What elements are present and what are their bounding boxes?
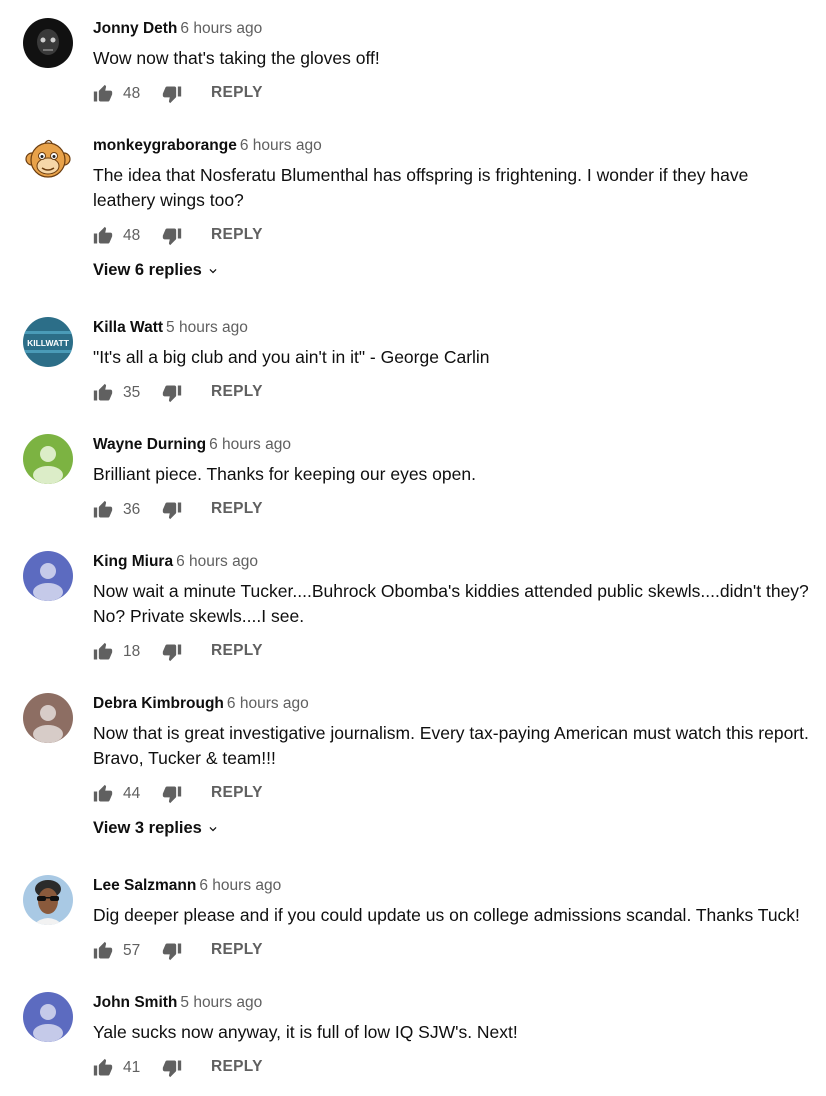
thumbs-down-icon[interactable] (162, 1058, 182, 1078)
avatar-logo-text: KILLWATT (27, 338, 70, 348)
reply-button[interactable]: REPLY (211, 226, 263, 244)
view-replies-label: View 3 replies (93, 819, 202, 837)
timestamp[interactable]: 5 hours ago (180, 994, 262, 1011)
thumbs-down-icon[interactable] (162, 383, 182, 403)
view-replies-button[interactable]: View 3 replies (93, 819, 220, 838)
thumbs-up-icon[interactable] (93, 383, 113, 403)
avatar[interactable] (23, 875, 73, 925)
reply-button[interactable]: REPLY (211, 642, 263, 660)
thumbs-down-icon[interactable] (162, 941, 182, 961)
comment-header: monkeygraborange 6 hours ago (93, 137, 322, 157)
thumbs-down-icon[interactable] (162, 84, 182, 104)
thumbs-up-icon[interactable] (93, 84, 113, 104)
author-name[interactable]: Wayne Durning (93, 436, 206, 453)
reply-button[interactable]: REPLY (211, 84, 263, 102)
like-count: 18 (123, 643, 141, 660)
reply-button[interactable]: REPLY (211, 1058, 263, 1076)
thumbs-up-icon[interactable] (93, 784, 113, 804)
author-name[interactable]: Debra Kimbrough (93, 695, 224, 712)
like-count: 48 (123, 85, 141, 102)
comment-text: Dig deeper please and if you could updat… (93, 905, 800, 925)
comment-text: Wow now that's taking the gloves off! (93, 48, 380, 68)
thumbs-up-icon[interactable] (93, 642, 113, 662)
timestamp[interactable]: 6 hours ago (176, 553, 258, 570)
like-count: 44 (123, 785, 141, 802)
comment-text: Yale sucks now anyway, it is full of low… (93, 1022, 518, 1042)
like-count: 35 (123, 384, 141, 401)
view-replies-label: View 6 replies (93, 261, 202, 279)
comment-text: Now wait a minute Tucker....Buhrock Obom… (93, 581, 809, 626)
like-count: 41 (123, 1059, 141, 1076)
thumbs-up-icon[interactable] (93, 1058, 113, 1078)
comment-text: The idea that Nosferatu Blumenthal has o… (93, 165, 749, 210)
author-name[interactable]: John Smith (93, 994, 177, 1011)
chevron-down-icon (209, 268, 217, 273)
comment-header: John Smith 5 hours ago (93, 994, 262, 1014)
thumbs-up-icon[interactable] (93, 500, 113, 520)
author-name[interactable]: Killa Watt (93, 319, 163, 336)
timestamp[interactable]: 5 hours ago (166, 319, 248, 336)
timestamp[interactable]: 6 hours ago (199, 877, 281, 894)
thumbs-down-icon[interactable] (162, 500, 182, 520)
avatar[interactable] (23, 434, 73, 484)
reply-button[interactable]: REPLY (211, 941, 263, 959)
view-replies-button[interactable]: View 6 replies (93, 261, 220, 280)
thumbs-up-icon[interactable] (93, 941, 113, 961)
timestamp[interactable]: 6 hours ago (209, 436, 291, 453)
comment-text: Now that is great investigative journali… (93, 723, 809, 768)
avatar[interactable] (23, 18, 73, 68)
timestamp[interactable]: 6 hours ago (240, 137, 322, 154)
timestamp[interactable]: 6 hours ago (227, 695, 309, 712)
avatar[interactable] (23, 992, 73, 1042)
like-count: 57 (123, 942, 141, 959)
thumbs-down-icon[interactable] (162, 642, 182, 662)
like-count: 48 (123, 227, 141, 244)
avatar[interactable]: KILLWATT (23, 317, 73, 367)
reply-button[interactable]: REPLY (211, 500, 263, 518)
thumbs-up-icon[interactable] (93, 226, 113, 246)
comment-header: Lee Salzmann 6 hours ago (93, 877, 281, 897)
comment-text: "It's all a big club and you ain't in it… (93, 347, 490, 367)
comment-header: King Miura 6 hours ago (93, 553, 258, 573)
comment-text: Brilliant piece. Thanks for keeping our … (93, 464, 476, 484)
thumbs-down-icon[interactable] (162, 784, 182, 804)
comment-header: Killa Watt 5 hours ago (93, 319, 248, 339)
author-name[interactable]: King Miura (93, 553, 173, 570)
reply-button[interactable]: REPLY (211, 383, 263, 401)
reply-button[interactable]: REPLY (211, 784, 263, 802)
chevron-down-icon (209, 826, 217, 831)
thumbs-down-icon[interactable] (162, 226, 182, 246)
comment-header: Debra Kimbrough 6 hours ago (93, 695, 309, 715)
avatar[interactable] (23, 693, 73, 743)
timestamp[interactable]: 6 hours ago (180, 20, 262, 37)
comment-header: Wayne Durning 6 hours ago (93, 436, 291, 456)
author-name[interactable]: Jonny Deth (93, 20, 177, 37)
like-count: 36 (123, 501, 141, 518)
comment-header: Jonny Deth 6 hours ago (93, 20, 262, 40)
author-name[interactable]: monkeygraborange (93, 137, 237, 154)
avatar[interactable] (23, 135, 73, 185)
avatar[interactable] (23, 551, 73, 601)
author-name[interactable]: Lee Salzmann (93, 877, 196, 894)
